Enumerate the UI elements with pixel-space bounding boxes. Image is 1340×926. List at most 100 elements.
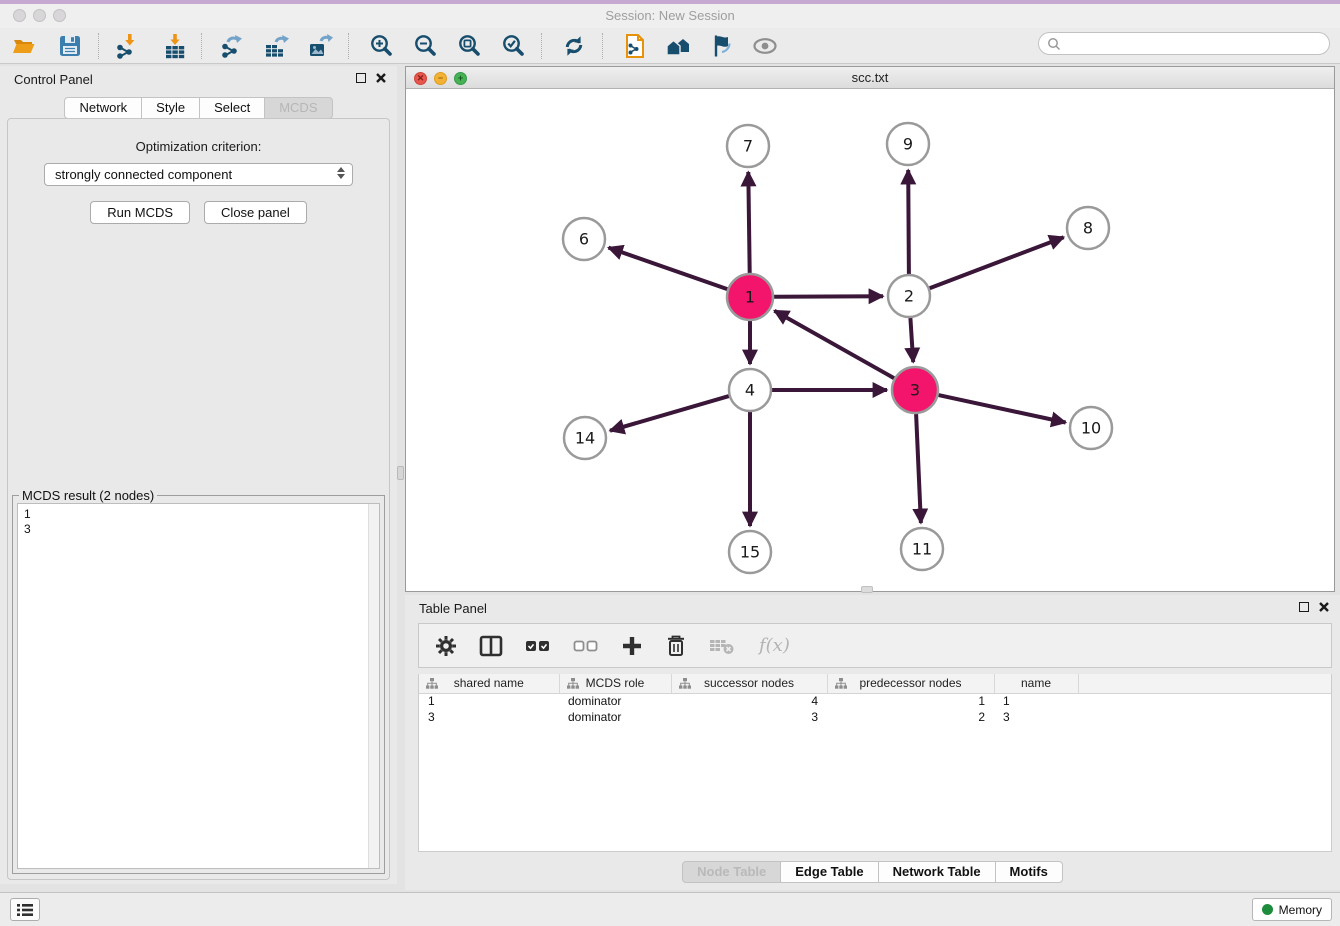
folder-front <box>13 44 35 53</box>
mcds-result-text: 1 3 <box>18 504 367 868</box>
float-panel-icon[interactable] <box>356 73 366 83</box>
main-toolbar <box>0 28 1340 64</box>
graph-node-11[interactable]: 11 <box>901 528 943 570</box>
column-header-shared-name[interactable]: shared name <box>419 674 559 693</box>
graph-node-7[interactable]: 7 <box>727 125 769 167</box>
close-panel-icon[interactable] <box>1318 601 1330 613</box>
graph-node-6[interactable]: 6 <box>563 218 605 260</box>
svg-text:14: 14 <box>575 429 595 448</box>
tab-edge-table[interactable]: Edge Table <box>780 861 878 883</box>
graph-node-2[interactable]: 2 <box>888 275 930 317</box>
export-image-icon[interactable] <box>306 32 334 60</box>
toolbar-separator <box>541 33 542 59</box>
svg-text:10: 10 <box>1081 419 1101 438</box>
home-icon[interactable] <box>665 32 693 60</box>
graph-node-3[interactable]: 3 <box>892 367 938 413</box>
import-table-icon[interactable] <box>161 32 189 60</box>
graph-node-1[interactable]: 1 <box>727 274 773 320</box>
list-icon <box>16 903 34 917</box>
tree-hierarchy-icon <box>426 678 438 692</box>
column-header-successor-nodes[interactable]: successor nodes <box>671 674 827 693</box>
svg-text:7: 7 <box>743 137 753 156</box>
search-field[interactable] <box>1038 32 1330 55</box>
save-session-icon[interactable] <box>56 32 84 60</box>
toolbar-separator <box>201 33 202 59</box>
column-header-name[interactable]: name <box>994 674 1078 693</box>
graph-node-14[interactable]: 14 <box>564 417 606 459</box>
table-settings-gear-icon[interactable] <box>435 635 457 657</box>
node-table-body: 1dominator4113dominator323 <box>419 693 1331 725</box>
toolbar-separator <box>98 33 99 59</box>
svg-text:6: 6 <box>579 230 589 249</box>
graph-edge-4-14[interactable] <box>610 396 729 431</box>
window-resize-grip[interactable] <box>861 586 873 593</box>
export-network-icon[interactable] <box>218 32 246 60</box>
column-header-mcds-role[interactable]: MCDS role <box>559 674 671 693</box>
toolbar-separator <box>348 33 349 59</box>
table-row[interactable]: 3dominator323 <box>419 709 1331 725</box>
mcds-tab-content: Optimization criterion: strongly connect… <box>7 118 390 880</box>
graph-edge-2-3[interactable] <box>910 318 913 362</box>
zoom-out-icon[interactable] <box>411 32 439 60</box>
show-column-panel-icon[interactable] <box>479 635 503 657</box>
tab-network[interactable]: Network <box>64 97 142 119</box>
svg-text:9: 9 <box>903 135 913 154</box>
graph-edge-3-1[interactable] <box>774 311 894 379</box>
open-session-icon[interactable] <box>10 32 38 60</box>
table-panel-tabs: Node Table Edge Table Network Table Moti… <box>405 861 1340 883</box>
tab-motifs[interactable]: Motifs <box>995 861 1063 883</box>
table-row[interactable]: 1dominator411 <box>419 693 1331 709</box>
result-scrollbar[interactable] <box>368 504 379 868</box>
mcds-result-area[interactable]: 1 3 <box>17 503 380 869</box>
task-history-button[interactable] <box>10 898 40 921</box>
close-panel-icon[interactable] <box>375 72 387 84</box>
tab-network-table[interactable]: Network Table <box>878 861 996 883</box>
export-table-icon[interactable] <box>262 32 290 60</box>
column-header-predecessor-nodes[interactable]: predecessor nodes <box>827 674 994 693</box>
dropdown-value: strongly connected component <box>55 167 232 182</box>
network-window-titlebar[interactable]: ✕ − + scc.txt <box>406 67 1334 89</box>
graph-edge-2-8[interactable] <box>930 237 1064 288</box>
zoom-in-icon[interactable] <box>367 32 395 60</box>
graph-node-10[interactable]: 10 <box>1070 407 1112 449</box>
tree-hierarchy-icon <box>567 678 579 692</box>
tab-style[interactable]: Style <box>141 97 200 119</box>
zoom-fit-icon[interactable] <box>455 32 483 60</box>
zoom-selected-icon[interactable] <box>499 32 527 60</box>
svg-text:2: 2 <box>904 287 914 306</box>
column-header-filler <box>1078 674 1331 693</box>
graph-edge-3-10[interactable] <box>939 395 1066 422</box>
graph-edge-1-7[interactable] <box>748 172 749 273</box>
tab-node-table[interactable]: Node Table <box>682 861 781 883</box>
run-mcds-button[interactable]: Run MCDS <box>90 201 190 224</box>
close-panel-button[interactable]: Close panel <box>204 201 307 224</box>
svg-text:3: 3 <box>910 381 920 400</box>
memory-status-icon <box>1262 904 1273 915</box>
graph-edge-1-6[interactable] <box>609 248 728 290</box>
create-column-plus-icon[interactable] <box>621 635 643 657</box>
tab-select[interactable]: Select <box>199 97 265 119</box>
select-all-columns-icon[interactable] <box>525 635 551 657</box>
tab-mcds[interactable]: MCDS <box>264 97 332 119</box>
delete-column-trash-icon[interactable] <box>665 634 687 658</box>
optimization-criterion-dropdown[interactable]: strongly connected component <box>44 163 353 186</box>
hide-panels-icon[interactable] <box>707 32 735 60</box>
import-network-icon[interactable] <box>113 32 141 60</box>
eye-icon[interactable] <box>751 32 779 60</box>
graph-node-8[interactable]: 8 <box>1067 207 1109 249</box>
edges-layer <box>609 170 1066 526</box>
graph-node-15[interactable]: 15 <box>729 531 771 573</box>
network-document-icon[interactable] <box>621 32 649 60</box>
apply-layout-icon[interactable] <box>560 32 588 60</box>
graph-edge-3-11[interactable] <box>916 414 921 523</box>
search-input[interactable] <box>1066 37 1321 51</box>
graph-node-9[interactable]: 9 <box>887 123 929 165</box>
memory-button[interactable]: Memory <box>1252 898 1332 921</box>
panel-divider-grip[interactable] <box>397 466 404 480</box>
graph-node-4[interactable]: 4 <box>729 369 771 411</box>
float-panel-icon[interactable] <box>1299 602 1309 612</box>
unselect-all-columns-icon[interactable] <box>573 635 599 657</box>
graph-edge-2-9[interactable] <box>908 170 909 274</box>
network-canvas[interactable]: 7 9 6 8 1 2 4 3 14 10 15 11 <box>406 89 1334 591</box>
graph-edge-1-2[interactable] <box>774 296 883 297</box>
